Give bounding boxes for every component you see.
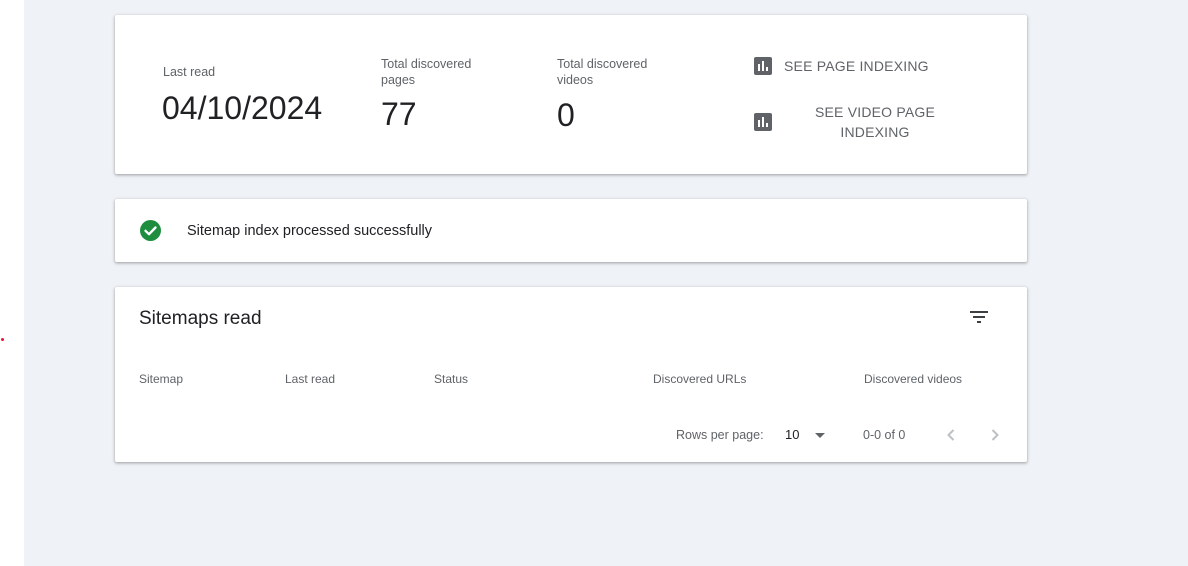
processing-status-card: Sitemap index processed successfully [115, 199, 1027, 262]
rows-per-page-label: Rows per page: [676, 428, 764, 442]
column-header-sitemap[interactable]: Sitemap [139, 371, 183, 387]
column-header-discovered-videos[interactable]: Discovered videos [864, 371, 962, 387]
bar-chart-icon [754, 57, 772, 75]
pagination-range: 0-0 of 0 [863, 428, 906, 442]
total-videos-label-line2: videos [557, 73, 594, 87]
see-video-indexing-label-line2: INDEXING [840, 124, 910, 140]
total-videos-value: 0 [557, 97, 575, 133]
chevron-right-icon [991, 429, 999, 441]
bar-chart-icon [754, 113, 772, 131]
sitemaps-read-card: Sitemaps read Sitemap Last read Status D… [115, 287, 1027, 462]
total-videos-label-line1: Total discovered [557, 57, 648, 71]
see-video-indexing-button[interactable]: SEE VIDEO PAGE INDEXING [754, 102, 950, 142]
dropdown-caret-icon [815, 433, 825, 438]
total-pages-label-line1: Total discovered [381, 57, 472, 71]
column-header-status[interactable]: Status [434, 371, 468, 387]
previous-page-button[interactable] [939, 423, 963, 447]
left-margin-strip [0, 0, 24, 566]
total-videos-label: Total discovered videos [557, 56, 647, 88]
chevron-left-icon [947, 429, 955, 441]
total-pages-label-line2: pages [381, 73, 416, 87]
rows-per-page-value: 10 [785, 427, 800, 442]
column-header-discovered-urls[interactable]: Discovered URLs [653, 371, 746, 387]
sitemap-summary-card: Last read 04/10/2024 Total discovered pa… [115, 15, 1027, 174]
total-pages-label: Total discovered pages [381, 56, 471, 88]
see-video-indexing-label: SEE VIDEO PAGE INDEXING [800, 102, 950, 142]
last-read-value: 04/10/2024 [162, 90, 323, 126]
table-title: Sitemaps read [139, 308, 262, 329]
next-page-button[interactable] [983, 423, 1007, 447]
last-read-label: Last read [163, 65, 216, 79]
see-page-indexing-button[interactable]: SEE PAGE INDEXING [754, 56, 929, 76]
total-pages-value: 77 [381, 96, 417, 132]
filter-icon[interactable] [967, 305, 991, 329]
column-header-last-read[interactable]: Last read [285, 371, 335, 387]
see-video-indexing-label-line1: SEE VIDEO PAGE [814, 104, 936, 120]
status-message: Sitemap index processed successfully [187, 223, 433, 239]
main-content: Last read 04/10/2024 Total discovered pa… [24, 0, 1188, 566]
see-page-indexing-label: SEE PAGE INDEXING [784, 58, 929, 74]
check-circle-icon [140, 220, 161, 241]
rows-per-page-select[interactable]: 10 [782, 423, 830, 447]
marker-dot [1, 338, 4, 341]
